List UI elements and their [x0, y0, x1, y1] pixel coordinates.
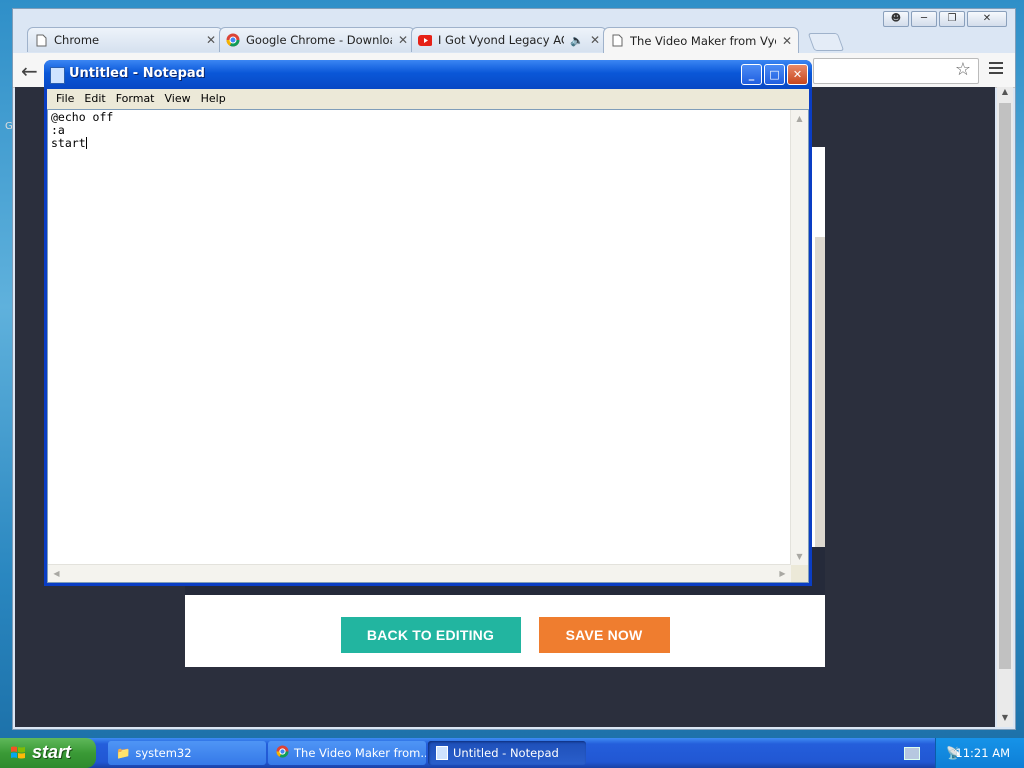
menu-file[interactable]: File	[51, 89, 79, 109]
youtube-icon	[418, 33, 432, 47]
page-scrollbar[interactable]: ▲ ▼	[997, 87, 1013, 727]
resize-grip-icon[interactable]	[791, 565, 808, 582]
clock[interactable]: 11:21 AM	[955, 746, 1010, 760]
editor-text[interactable]: @echo off :a start	[51, 110, 788, 564]
page-text-fragment: G	[5, 121, 13, 132]
taskbar-item-system32[interactable]: 📁 system32	[108, 741, 266, 765]
close-button[interactable]: ✕	[967, 11, 1007, 27]
folder-icon: 📁	[116, 746, 131, 760]
close-button[interactable]: ✕	[787, 64, 808, 85]
tab-strip: Chrome ✕ Google Chrome - Download t ✕ I …	[23, 27, 1015, 53]
text-caret	[85, 137, 87, 149]
save-now-button[interactable]: SAVE NOW	[538, 617, 670, 653]
taskbar-item-notepad[interactable]: Untitled - Notepad	[428, 741, 586, 765]
taskbar: start 📁 system32 The Video Maker from...…	[0, 738, 1024, 768]
scroll-down-arrow-icon[interactable]: ▼	[997, 713, 1013, 727]
menu-format[interactable]: Format	[111, 89, 160, 109]
keyboard-icon[interactable]	[904, 747, 920, 760]
window-title: Untitled - Notepad	[69, 66, 205, 81]
start-label: start	[32, 742, 72, 762]
tab-title: Chrome	[54, 33, 100, 47]
menu-icon[interactable]	[989, 62, 1003, 77]
restore-button[interactable]: ❐	[939, 11, 965, 27]
notepad-icon	[436, 746, 448, 760]
task-label: The Video Maker from...	[294, 746, 426, 760]
window-controls: _ □ ✕	[741, 64, 808, 85]
profile-icon[interactable]: ☻	[883, 11, 909, 27]
menu-edit[interactable]: Edit	[79, 89, 110, 109]
taskbar-item-chrome[interactable]: The Video Maker from...	[268, 741, 426, 765]
tab-title: Google Chrome - Download t	[246, 33, 392, 47]
close-tab-icon[interactable]: ✕	[398, 33, 408, 47]
minimize-button[interactable]: ─	[911, 11, 937, 27]
tab-title: The Video Maker from Vyond	[630, 33, 776, 48]
bookmark-star-icon[interactable]: ☆	[955, 59, 971, 80]
task-label: system32	[135, 746, 192, 760]
dialog-buttons: BACK TO EDITING SAVE NOW	[185, 617, 825, 653]
tab-chrome-download[interactable]: Google Chrome - Download t ✕	[219, 27, 415, 52]
vertical-scrollbar[interactable]: ▲ ▼	[790, 110, 808, 565]
start-button[interactable]: start	[0, 738, 96, 768]
back-to-editing-button[interactable]: BACK TO EDITING	[340, 617, 521, 653]
scroll-up-arrow-icon[interactable]: ▲	[792, 111, 807, 126]
menu-help[interactable]: Help	[196, 89, 231, 109]
text-editor[interactable]: @echo off :a start ▲ ▼ ◀ ▶	[47, 109, 809, 583]
tab-youtube[interactable]: I Got Vyond Legacy ACS 🔈 ✕	[411, 27, 607, 52]
minimize-button[interactable]: _	[741, 64, 762, 85]
new-tab-button[interactable]	[807, 33, 845, 51]
maximize-button[interactable]: □	[764, 64, 785, 85]
editor-content: @echo off :a start	[51, 110, 114, 150]
menu-view[interactable]: View	[160, 89, 196, 109]
scrollbar-thumb[interactable]	[999, 103, 1011, 669]
horizontal-scrollbar[interactable]: ◀ ▶	[48, 564, 791, 582]
chrome-icon	[226, 33, 240, 47]
notepad-icon	[50, 67, 65, 84]
task-label: Untitled - Notepad	[453, 746, 559, 760]
back-arrow-icon[interactable]: ←	[21, 59, 38, 83]
page-icon	[34, 33, 48, 47]
tab-chrome[interactable]: Chrome ✕	[27, 27, 223, 52]
scroll-up-arrow-icon[interactable]: ▲	[997, 87, 1013, 101]
close-tab-icon[interactable]: ✕	[206, 33, 216, 47]
speaker-icon[interactable]: 🔈	[570, 34, 584, 47]
chrome-caption-buttons: ☻ ─ ❐ ✕	[883, 11, 1007, 27]
page-icon	[610, 34, 624, 48]
chrome-icon	[276, 745, 289, 761]
notepad-title-bar[interactable]: Untitled - Notepad _ □ ✕	[44, 60, 812, 89]
dialog-scroll-strip	[815, 237, 825, 567]
notepad-window: Untitled - Notepad _ □ ✕ File Edit Forma…	[44, 60, 812, 586]
notepad-menu-bar: File Edit Format View Help	[47, 89, 809, 109]
close-tab-icon[interactable]: ✕	[590, 33, 600, 47]
close-tab-icon[interactable]: ✕	[782, 34, 792, 48]
scroll-left-arrow-icon[interactable]: ◀	[49, 566, 64, 581]
scroll-right-arrow-icon[interactable]: ▶	[775, 566, 790, 581]
scroll-down-arrow-icon[interactable]: ▼	[792, 549, 807, 564]
tab-title: I Got Vyond Legacy ACS	[438, 33, 565, 47]
system-tray: 📡 11:21 AM	[935, 738, 1024, 768]
tab-vyond[interactable]: The Video Maker from Vyond ✕	[603, 27, 799, 53]
windows-flag-icon	[11, 746, 25, 759]
